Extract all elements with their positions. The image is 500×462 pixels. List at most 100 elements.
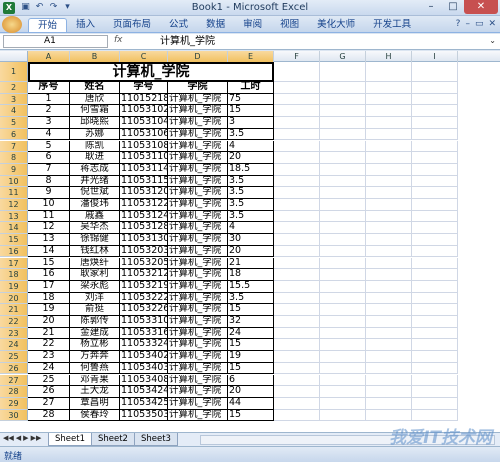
table-cell[interactable]: 20 <box>228 245 274 258</box>
table-cell[interactable]: 11053124 <box>120 210 168 223</box>
table-cell[interactable]: 21 <box>228 257 274 270</box>
table-cell[interactable] <box>274 386 320 398</box>
table-cell[interactable]: 覃昌明 <box>70 397 120 410</box>
table-cell[interactable] <box>320 175 366 188</box>
table-cell[interactable] <box>412 269 458 281</box>
table-cell[interactable]: 15 <box>228 339 274 352</box>
row-header[interactable]: 11 <box>0 187 28 199</box>
table-cell[interactable]: 4 <box>228 222 274 235</box>
table-cell[interactable]: 20 <box>228 152 274 164</box>
table-cell[interactable]: 25 <box>28 374 70 387</box>
table-cell[interactable]: 计算机_学院 <box>168 163 228 176</box>
table-cell[interactable] <box>412 140 458 153</box>
table-cell[interactable]: 8 <box>28 175 70 188</box>
table-cell[interactable] <box>412 105 458 118</box>
table-cell[interactable]: 26 <box>28 386 70 398</box>
worksheet-grid[interactable]: ABCDEFGHI 计算机_学院 1 2 序号 姓名 学号 学院 工时 3 1 唐欣 1101521… <box>0 51 500 432</box>
table-cell[interactable] <box>412 316 458 328</box>
table-cell[interactable]: 计算机_学院 <box>168 374 228 387</box>
ribbon-tab[interactable]: 开始 <box>28 18 68 32</box>
table-cell[interactable] <box>366 175 412 188</box>
ribbon-tab[interactable]: 公式 <box>160 18 197 32</box>
table-cell[interactable] <box>320 62 366 82</box>
table-cell[interactable] <box>320 199 366 211</box>
table-cell[interactable]: 3.5 <box>228 128 274 141</box>
ribbon-tab[interactable]: 插入 <box>67 18 104 32</box>
table-cell[interactable] <box>320 292 366 305</box>
table-cell[interactable] <box>412 128 458 141</box>
table-cell[interactable] <box>274 257 320 270</box>
table-cell[interactable]: 计算机_学院 <box>168 362 228 375</box>
select-all-corner[interactable] <box>0 51 28 62</box>
table-cell[interactable]: 计算机_学院 <box>168 210 228 223</box>
table-cell[interactable] <box>274 140 320 153</box>
table-cell[interactable]: 计算机_学院 <box>168 386 228 398</box>
table-cell[interactable]: 唐焕纤 <box>70 257 120 270</box>
table-cell[interactable]: 11053324 <box>120 339 168 352</box>
table-cell[interactable] <box>274 245 320 258</box>
table-cell[interactable] <box>274 82 320 94</box>
table-cell[interactable]: 金建成 <box>70 327 120 340</box>
table-cell[interactable]: 14 <box>28 245 70 258</box>
table-cell[interactable] <box>320 210 366 223</box>
fx-icon[interactable]: fx <box>114 35 123 45</box>
table-cell[interactable]: 11053130 <box>120 234 168 246</box>
table-cell[interactable] <box>412 82 458 94</box>
table-cell[interactable]: 10 <box>28 199 70 211</box>
table-cell[interactable] <box>274 351 320 363</box>
table-cell[interactable] <box>320 105 366 118</box>
table-cell[interactable] <box>320 140 366 153</box>
table-cell[interactable]: 蒋志成 <box>70 163 120 176</box>
row-header[interactable]: 21 <box>0 304 28 316</box>
table-cell[interactable]: 耿家利 <box>70 269 120 281</box>
table-cell[interactable]: 钱红林 <box>70 245 120 258</box>
table-cell[interactable]: 计算机_学院 <box>168 175 228 188</box>
table-cell[interactable]: 唐欣 <box>70 93 120 106</box>
table-cell[interactable]: 11053108 <box>120 140 168 153</box>
table-cell[interactable]: 2 <box>28 105 70 118</box>
column-header[interactable]: A <box>28 51 70 62</box>
table-cell[interactable]: 15 <box>228 362 274 375</box>
table-cell[interactable] <box>412 351 458 363</box>
table-cell[interactable]: 11053110 <box>120 152 168 164</box>
table-cell[interactable]: 11053226 <box>120 304 168 316</box>
next-sheet-icon[interactable]: ▶ <box>23 434 28 442</box>
table-cell[interactable] <box>366 409 412 422</box>
table-cell[interactable] <box>412 222 458 235</box>
table-cell[interactable] <box>366 257 412 270</box>
table-cell[interactable] <box>274 292 320 305</box>
table-cell[interactable] <box>366 105 412 118</box>
table-cell[interactable]: 11053115 <box>120 175 168 188</box>
table-cell[interactable]: 计算机_学院 <box>168 199 228 211</box>
table-cell[interactable] <box>320 222 366 235</box>
table-cell[interactable] <box>320 245 366 258</box>
table-cell[interactable]: 15 <box>228 105 274 118</box>
table-cell[interactable] <box>366 351 412 363</box>
column-header[interactable]: G <box>320 51 366 62</box>
row-header[interactable]: 8 <box>0 152 28 164</box>
row-header[interactable]: 22 <box>0 316 28 328</box>
table-cell[interactable]: 计算机_学院 <box>168 269 228 281</box>
row-header[interactable]: 20 <box>0 292 28 305</box>
ribbon-tab[interactable]: 数据 <box>197 18 234 32</box>
table-cell[interactable] <box>366 222 412 235</box>
table-cell[interactable]: 计算机_学院 <box>168 234 228 246</box>
table-cell[interactable] <box>412 245 458 258</box>
table-cell[interactable]: 23 <box>28 351 70 363</box>
table-cell[interactable]: 计算机_学院 <box>168 152 228 164</box>
table-cell[interactable]: 3.5 <box>228 292 274 305</box>
table-cell[interactable]: 计算机_学院 <box>168 222 228 235</box>
row-header[interactable]: 4 <box>0 105 28 118</box>
row-header[interactable]: 7 <box>0 140 28 153</box>
table-cell[interactable] <box>320 351 366 363</box>
table-cell[interactable]: 18.5 <box>228 163 274 176</box>
table-cell[interactable]: 22 <box>28 339 70 352</box>
table-cell[interactable]: 19 <box>28 304 70 316</box>
prev-sheet-icon[interactable]: ◀ <box>16 434 21 442</box>
table-cell[interactable] <box>320 304 366 316</box>
table-cell[interactable]: 1 <box>28 93 70 106</box>
table-cell[interactable] <box>366 280 412 293</box>
table-cell[interactable] <box>274 327 320 340</box>
row-header[interactable]: 25 <box>0 351 28 363</box>
column-header[interactable]: H <box>366 51 412 62</box>
